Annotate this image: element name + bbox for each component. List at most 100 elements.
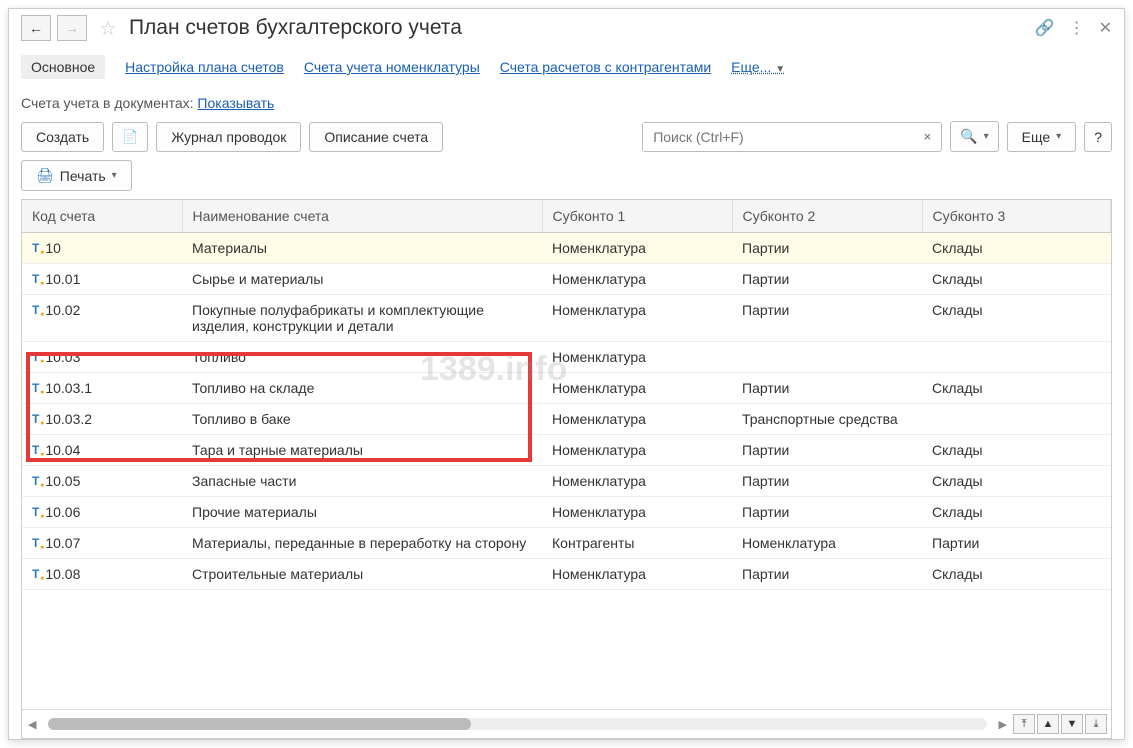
col-header-name[interactable]: Наименование счета bbox=[182, 200, 542, 233]
scroll-up-button[interactable]: ▲ bbox=[1037, 714, 1059, 734]
col-header-sub2[interactable]: Субконто 2 bbox=[732, 200, 922, 233]
tab-nomenclature-accounts[interactable]: Счета учета номенклатуры bbox=[304, 59, 480, 75]
filter-label: Счета учета в документах: bbox=[21, 95, 194, 111]
cell-code: 10.02 bbox=[45, 302, 80, 318]
more-button[interactable]: Еще ▾ bbox=[1007, 122, 1077, 152]
menu-dots-icon[interactable]: ⋮ bbox=[1069, 18, 1085, 38]
chevron-down-icon: ▾ bbox=[1056, 131, 1061, 142]
close-icon[interactable]: ✕ bbox=[1099, 18, 1112, 38]
scroll-left-arrow[interactable]: ◀ bbox=[22, 718, 42, 731]
cell-sub2: Партии bbox=[732, 559, 922, 590]
cell-name: Сырье и материалы bbox=[182, 264, 542, 295]
cell-name: Материалы, переданные в переработку на с… bbox=[182, 528, 542, 559]
cell-name: Материалы bbox=[182, 233, 542, 264]
col-header-sub3[interactable]: Субконто 3 bbox=[922, 200, 1111, 233]
accounts-table-wrap: Код счета Наименование счета Субконто 1 … bbox=[21, 199, 1112, 739]
tab-contractor-accounts[interactable]: Счета расчетов с контрагентами bbox=[500, 59, 711, 75]
table-row[interactable]: T10.06Прочие материалыНоменклатураПартии… bbox=[22, 497, 1111, 528]
tab-plan-settings[interactable]: Настройка плана счетов bbox=[125, 59, 284, 75]
cell-sub3 bbox=[922, 404, 1111, 435]
account-type-icon: T bbox=[32, 241, 39, 255]
cell-sub3: Склады bbox=[922, 373, 1111, 404]
description-button[interactable]: Описание счета bbox=[309, 122, 443, 152]
search-box: × bbox=[642, 122, 942, 152]
cell-name: Топливо в баке bbox=[182, 404, 542, 435]
table-row[interactable]: T10.03ТопливоНоменклатура bbox=[22, 342, 1111, 373]
search-clear-icon[interactable]: × bbox=[914, 129, 942, 144]
scroll-nav-buttons: ⤒ ▲ ▼ ⤓ bbox=[1013, 714, 1107, 734]
link-icon[interactable]: 🔗 bbox=[1035, 18, 1055, 38]
account-type-icon: T bbox=[32, 536, 39, 550]
cell-name: Топливо bbox=[182, 342, 542, 373]
table-row[interactable]: T10.01Сырье и материалыНоменклатураПарти… bbox=[22, 264, 1111, 295]
create-button[interactable]: Создать bbox=[21, 122, 104, 152]
scroll-top-button[interactable]: ⤒ bbox=[1013, 714, 1035, 734]
help-button[interactable]: ? bbox=[1084, 122, 1112, 152]
table-row[interactable]: T10МатериалыНоменклатураПартииСклады bbox=[22, 233, 1111, 264]
cell-sub1: Номенклатура bbox=[542, 559, 732, 590]
table-row[interactable]: T10.03.2Топливо в бакеНоменклатураТрансп… bbox=[22, 404, 1111, 435]
cell-sub1: Номенклатура bbox=[542, 435, 732, 466]
cell-name: Строительные материалы bbox=[182, 559, 542, 590]
cell-code: 10.05 bbox=[45, 473, 80, 489]
nav-back-button[interactable]: ← bbox=[21, 15, 51, 41]
cell-code: 10.03 bbox=[45, 349, 80, 365]
scroll-down-button[interactable]: ▼ bbox=[1061, 714, 1083, 734]
cell-sub3: Склады bbox=[922, 497, 1111, 528]
printer-icon: 🖨 bbox=[36, 167, 54, 184]
cell-sub2: Партии bbox=[732, 435, 922, 466]
nav-forward-button[interactable]: → bbox=[57, 15, 87, 41]
scroll-right-arrow[interactable]: ▶ bbox=[993, 718, 1013, 731]
cell-code: 10 bbox=[45, 240, 61, 256]
cell-sub2: Партии bbox=[732, 295, 922, 342]
table-row[interactable]: T10.08Строительные материалыНоменклатура… bbox=[22, 559, 1111, 590]
cell-sub2: Партии bbox=[732, 497, 922, 528]
cell-name: Запасные части bbox=[182, 466, 542, 497]
cell-code: 10.06 bbox=[45, 504, 80, 520]
cell-sub2 bbox=[732, 342, 922, 373]
scroll-bottom-button[interactable]: ⤓ bbox=[1085, 714, 1107, 734]
cell-name: Прочие материалы bbox=[182, 497, 542, 528]
table-row[interactable]: T10.07Материалы, переданные в переработк… bbox=[22, 528, 1111, 559]
table-row[interactable]: T 10.02 Покупные полуфабрикаты и комплекту… bbox=[22, 295, 1111, 342]
col-header-sub1[interactable]: Субконто 1 bbox=[542, 200, 732, 233]
tab-main[interactable]: Основное bbox=[21, 55, 105, 79]
account-type-icon: T bbox=[32, 412, 39, 426]
account-type-icon: T bbox=[32, 567, 39, 581]
accounts-table: Код счета Наименование счета Субконто 1 … bbox=[22, 200, 1111, 590]
account-type-icon: T bbox=[32, 381, 39, 395]
cell-sub3: Партии bbox=[922, 528, 1111, 559]
cell-name: Топливо на складе bbox=[182, 373, 542, 404]
filter-show-link[interactable]: Показывать bbox=[197, 95, 274, 111]
col-header-code[interactable]: Код счета bbox=[22, 200, 182, 233]
cell-code: 10.03.1 bbox=[45, 380, 92, 396]
print-row: 🖨 Печать ▾ bbox=[9, 160, 1124, 199]
chevron-down-icon: ▾ bbox=[112, 170, 117, 181]
account-type-icon: T bbox=[32, 303, 39, 317]
copy-icon: 📄 bbox=[122, 129, 138, 145]
page-title: План счетов бухгалтерского учета bbox=[129, 16, 1029, 40]
account-type-icon: T bbox=[32, 474, 39, 488]
filter-row: Счета учета в документах: Показывать bbox=[9, 91, 1124, 121]
cell-sub1: Номенклатура bbox=[542, 466, 732, 497]
titlebar: ← → ☆ План счетов бухгалтерского учета 🔗… bbox=[9, 9, 1124, 47]
cell-sub3: Склады bbox=[922, 559, 1111, 590]
copy-button[interactable]: 📄 bbox=[112, 122, 148, 152]
table-row[interactable]: T10.04Тара и тарные материалыНоменклатур… bbox=[22, 435, 1111, 466]
journal-button[interactable]: Журнал проводок bbox=[156, 122, 301, 152]
favorite-star-icon[interactable]: ☆ bbox=[99, 16, 117, 41]
table-scroll-footer: ◀ ▶ ⤒ ▲ ▼ ⤓ bbox=[22, 709, 1111, 738]
search-input[interactable] bbox=[643, 123, 913, 151]
search-submit-button[interactable]: 🔍 ▾ bbox=[950, 121, 998, 152]
cell-sub3: Склады bbox=[922, 435, 1111, 466]
cell-sub2: Партии bbox=[732, 233, 922, 264]
tab-more[interactable]: Еще... ▼ bbox=[731, 59, 785, 75]
horizontal-scrollbar[interactable] bbox=[48, 718, 986, 730]
print-button[interactable]: 🖨 Печать ▾ bbox=[21, 160, 132, 191]
account-type-icon: T bbox=[32, 350, 39, 364]
cell-sub1: Номенклатура bbox=[542, 373, 732, 404]
table-row[interactable]: T10.05Запасные частиНоменклатураПартииСк… bbox=[22, 466, 1111, 497]
titlebar-actions: 🔗 ⋮ ✕ bbox=[1035, 18, 1112, 38]
cell-name: Покупные полуфабрикаты и комплектующие и… bbox=[182, 295, 542, 342]
table-row[interactable]: T10.03.1Топливо на складеНоменклатураПар… bbox=[22, 373, 1111, 404]
